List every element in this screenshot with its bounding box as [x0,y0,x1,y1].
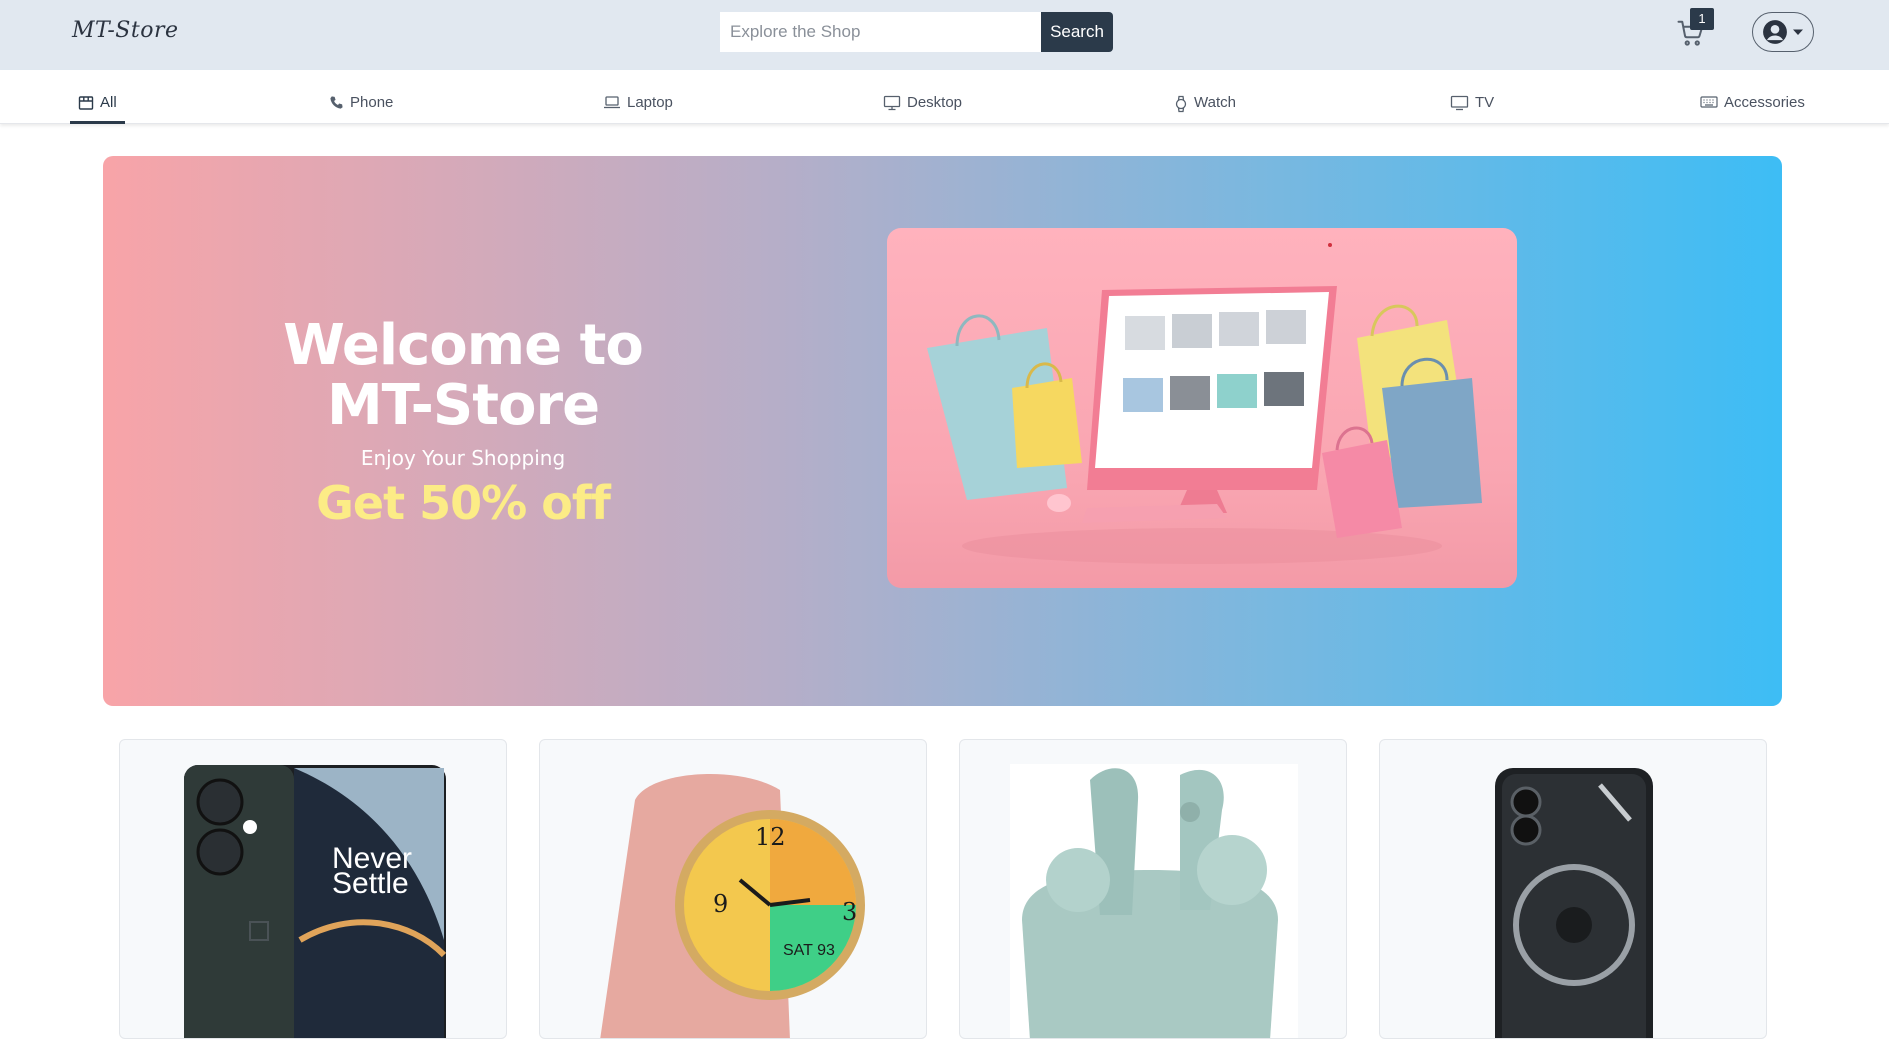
category-tab-desktop[interactable]: Desktop [883,94,962,124]
hero-subtitle: Enjoy Your Shopping [360,446,566,470]
svg-text:12: 12 [755,823,786,851]
product-card[interactable] [1379,739,1767,1039]
category-label: Laptop [627,94,673,111]
keyboard-icon [1700,96,1718,108]
category-label: Phone [350,94,394,111]
category-label: Desktop [907,94,963,111]
watch-icon [1175,95,1187,113]
svg-text:SAT 93: SAT 93 [783,942,835,959]
laptop-icon [604,96,620,109]
category-label: Watch [1194,94,1236,111]
product-card[interactable] [959,739,1347,1039]
search-button[interactable]: Search [1041,12,1113,52]
desktop-icon [883,95,901,111]
category-label: Accessories [1724,94,1805,111]
tv-icon [1450,95,1469,111]
search-input[interactable] [720,12,1041,52]
search-bar: Search [720,12,1113,52]
category-tab-phone[interactable]: Phone [329,94,393,124]
svg-text:Settle: Settle [332,867,409,900]
caret-down-icon [1793,29,1803,35]
category-label: All [100,94,117,111]
hero-title: Welcome to MT-Store [103,316,823,436]
svg-text:9: 9 [713,890,728,918]
product-image-watch: 12 9 3 SAT 93 [600,773,865,1038]
hero-title-line1: Welcome to [283,313,644,378]
svg-text:3: 3 [842,898,857,926]
user-circle-icon [1763,20,1787,44]
phone-icon [330,96,343,109]
product-image-phone: Never Settle [184,765,447,1038]
store-icon [78,96,94,110]
cart-count-badge: 1 [1690,8,1714,30]
hero-title-line2: MT-Store [326,373,600,438]
user-menu-button[interactable] [1752,12,1814,52]
category-tab-tv[interactable]: TV [1450,94,1494,124]
shopping-illustration [927,243,1482,564]
category-tab-accessories[interactable]: Accessories [1700,94,1805,124]
top-header: MT-Store Search 1 [0,0,1889,70]
category-tab-laptop[interactable]: Laptop [603,94,673,124]
store-logo[interactable]: MT-Store [72,18,179,43]
hero-illustration [887,228,1517,588]
category-tab-all[interactable]: All [70,94,125,124]
category-nav: All Phone Laptop Desktop Watch TV Access… [0,70,1889,124]
product-card[interactable]: Never Settle [119,739,507,1039]
hero-banner: Welcome to MT-Store Enjoy Your Shopping … [103,156,1782,706]
category-label: TV [1475,94,1495,111]
product-card[interactable]: 12 9 3 SAT 93 [539,739,927,1039]
product-image-earbuds [1010,764,1298,1038]
product-image-phone-transparent [1495,768,1653,1038]
hero-offer: Get 50% off [316,476,611,530]
category-tab-watch[interactable]: Watch [1174,94,1236,124]
